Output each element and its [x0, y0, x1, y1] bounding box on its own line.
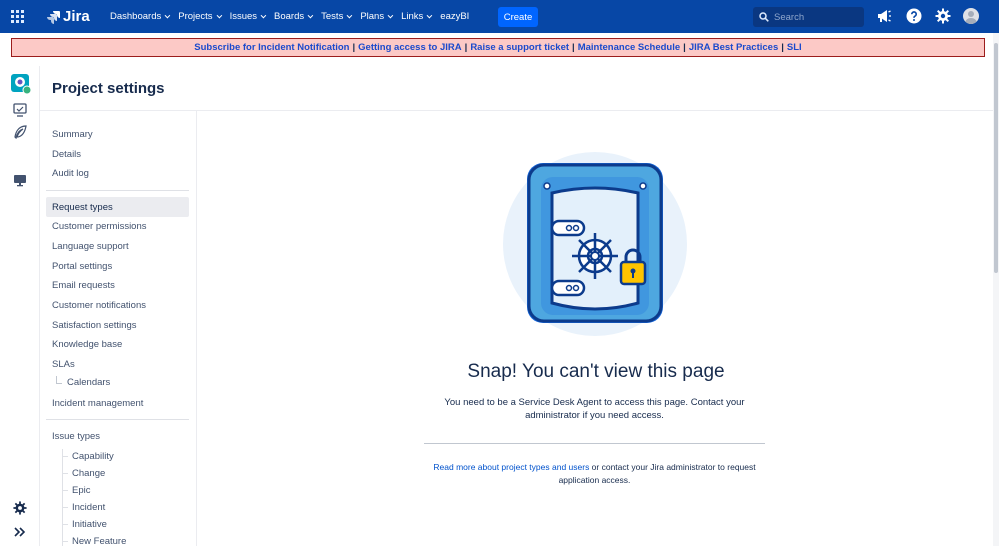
sidebar-item-satisfaction-settings[interactable]: Satisfaction settings	[46, 315, 189, 335]
chevron-down-icon	[387, 12, 394, 18]
banner-link-best-practices[interactable]: JIRA Best Practices	[689, 42, 778, 53]
nav-boards[interactable]: Boards	[269, 0, 316, 33]
sidebar-item-audit-log[interactable]: Audit log	[46, 163, 189, 183]
sidebar-item-incident-management[interactable]: Incident management	[46, 393, 189, 413]
nav-eazybi-label: eazyBI	[440, 11, 470, 22]
sidebar-issue-type-epic[interactable]: Epic	[61, 482, 90, 499]
nav-plans[interactable]: Plans	[355, 0, 396, 33]
sidebar-item-portal-settings[interactable]: Portal settings	[46, 256, 189, 276]
nav-dashboards[interactable]: Dashboards	[105, 0, 173, 33]
announcement-megaphone-icon[interactable]	[876, 8, 892, 24]
user-avatar-icon	[965, 11, 977, 24]
sidebar-item-knowledge-base[interactable]: Knowledge base	[46, 334, 189, 354]
locked-safe-illustration	[503, 152, 687, 336]
search-input[interactable]	[774, 11, 854, 23]
nav-projects[interactable]: Projects	[173, 0, 224, 33]
search-icon	[759, 12, 769, 22]
help-icon[interactable]	[906, 8, 922, 24]
project-types-help-link[interactable]: Read more about project types and users	[433, 462, 589, 472]
expand-sidebar-icon[interactable]	[12, 524, 28, 540]
sidebar-issue-type-change[interactable]: Change	[61, 465, 105, 482]
nav-issues[interactable]: Issues	[225, 0, 269, 33]
sidebar-item-issue-types[interactable]: Issue types	[46, 426, 189, 446]
banner-separator: |	[464, 42, 468, 53]
chevron-down-icon	[426, 12, 433, 18]
announcement-banner: Subscribe for Incident Notification | Ge…	[11, 38, 985, 57]
banner-separator: |	[683, 42, 686, 53]
nav-issues-label: Issues	[229, 11, 258, 22]
error-footer-text: or contact your Jira administrator to re…	[558, 462, 756, 485]
knowledge-feather-icon[interactable]	[12, 124, 28, 140]
sidebar-item-slas[interactable]: SLAs	[46, 354, 189, 374]
chevron-down-icon	[307, 12, 314, 18]
page-title: Project settings	[52, 80, 165, 97]
sidebar-issue-type-incident[interactable]: Incident	[61, 499, 105, 516]
tree-line	[62, 449, 63, 546]
chevron-down-icon	[260, 12, 267, 18]
sidebar-item-email-requests[interactable]: Email requests	[46, 275, 189, 295]
jira-logo-text: Jira	[63, 8, 90, 25]
nav-dashboards-label: Dashboards	[110, 11, 162, 22]
jira-logo[interactable]: Jira	[46, 8, 90, 25]
banner-separator: |	[572, 42, 575, 53]
main-content: Snap! You can't view this page You need …	[197, 111, 995, 546]
create-button[interactable]: Create	[498, 7, 538, 27]
top-navigation-bar: Jira Dashboards Projects Issues Boards T…	[0, 0, 999, 33]
nav-tests[interactable]: Tests	[316, 0, 355, 33]
tree-connector	[56, 375, 62, 384]
sidebar-issue-type-new-feature[interactable]: New Feature	[61, 533, 126, 550]
error-message: You need to be a Service Desk Agent to a…	[444, 397, 745, 421]
monitor-icon[interactable]	[12, 172, 28, 188]
app-switcher-icon[interactable]	[11, 10, 24, 23]
banner-separator: |	[352, 42, 356, 53]
error-footer: Read more about project types and users …	[422, 461, 767, 487]
project-avatar-icon[interactable]	[11, 74, 31, 94]
sidebar-item-customer-permissions[interactable]: Customer permissions	[46, 216, 189, 236]
project-settings-gear-icon[interactable]	[12, 500, 28, 516]
sidebar-divider	[46, 190, 189, 191]
project-header: Project settings	[40, 66, 995, 111]
banner-link-support-ticket[interactable]: Raise a support ticket	[470, 42, 569, 53]
settings-sidebar: Summary Details Audit log Request types …	[40, 111, 197, 547]
settings-gear-icon[interactable]	[935, 8, 951, 24]
banner-link-incident-notification[interactable]: Subscribe for Incident Notification	[194, 42, 349, 53]
sidebar-item-summary[interactable]: Summary	[46, 124, 189, 144]
sidebar-issue-type-capability[interactable]: Capability	[62, 448, 114, 465]
error-title: Snap! You can't view this page	[467, 361, 725, 382]
sidebar-item-customer-notifications[interactable]: Customer notifications	[46, 295, 189, 315]
nav-menu: Dashboards Projects Issues Boards Tests …	[105, 0, 474, 33]
page-scrollbar[interactable]	[993, 33, 999, 546]
user-avatar[interactable]	[963, 8, 979, 24]
chevron-down-icon	[164, 12, 171, 18]
sidebar-divider	[46, 419, 189, 420]
nav-links[interactable]: Links	[396, 0, 435, 33]
sidebar-item-request-types[interactable]: Request types	[46, 197, 189, 217]
chevron-down-icon	[346, 12, 353, 18]
banner-link-maintenance[interactable]: Maintenance Schedule	[578, 42, 680, 53]
sidebar-item-calendars-label: Calendars	[67, 377, 111, 388]
search-box[interactable]	[753, 7, 864, 27]
content-divider	[424, 443, 765, 444]
banner-link-jira-access[interactable]: Getting access to JIRA	[358, 42, 461, 53]
sidebar-item-calendars[interactable]: Calendars	[56, 374, 110, 391]
nav-boards-label: Boards	[274, 11, 305, 22]
chevron-down-icon	[216, 12, 222, 18]
sidebar-item-details[interactable]: Details	[46, 144, 189, 164]
banner-separator: |	[781, 42, 784, 53]
sidebar-item-language-support[interactable]: Language support	[46, 236, 189, 256]
nav-eazybi[interactable]: eazyBI	[435, 0, 474, 33]
nav-plans-label: Plans	[360, 11, 385, 22]
nav-tests-label: Tests	[321, 11, 344, 22]
banner-link-sli[interactable]: SLI	[787, 42, 802, 53]
scrollbar-thumb[interactable]	[994, 43, 998, 273]
sidebar-issue-type-initiative[interactable]: Initiative	[62, 516, 107, 533]
queues-icon[interactable]	[12, 102, 28, 118]
nav-projects-label: Projects	[178, 11, 213, 22]
nav-links-label: Links	[401, 11, 424, 22]
jira-logo-icon	[47, 10, 60, 24]
left-project-rail	[0, 66, 40, 546]
